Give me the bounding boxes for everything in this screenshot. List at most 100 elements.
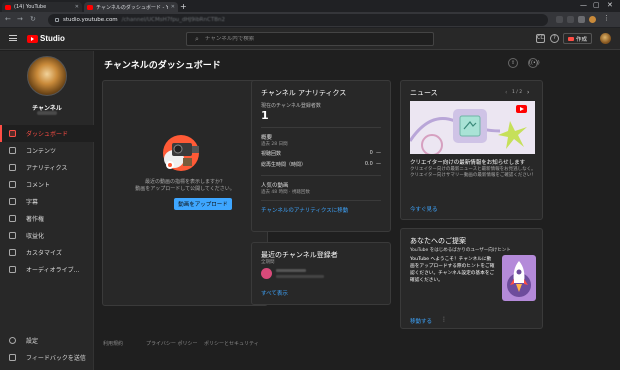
more-options-icon[interactable]: ⋮ — [441, 316, 447, 323]
page-title: チャンネルのダッシュボード — [104, 61, 221, 71]
trend-icon: — — [376, 161, 381, 167]
sidebar-item-label: 字幕 — [26, 199, 39, 206]
youtube-favicon-icon — [5, 4, 11, 10]
feedback-icon — [9, 354, 16, 361]
channel-handle — [37, 111, 57, 115]
browser-menu-icon[interactable]: ⋮ — [603, 14, 610, 22]
close-window-icon[interactable]: ✕ — [607, 1, 613, 9]
watch-time-label: 総再生時間（時間） — [261, 162, 307, 168]
settings-icon — [9, 337, 16, 344]
go-to-analytics-link[interactable]: チャンネルのアナリティクスに移動 — [261, 206, 348, 214]
recent-subscribers-card: 最近のチャンネル登録者 全期間 すべて表示 — [251, 242, 391, 305]
terms-link[interactable]: 利用規約 — [103, 340, 123, 347]
sidebar-item-audio-library[interactable]: オーディオライブ... — [0, 261, 94, 278]
live-icon[interactable]: ((•)) — [528, 58, 540, 68]
reload-icon[interactable]: ↻ — [30, 15, 36, 23]
upload-prompt-line1: 最近の動画の指標を表示しますか？ — [144, 179, 225, 185]
sidebar-item-customize[interactable]: カスタマイズ — [0, 244, 94, 261]
upload-prompt: 最近の動画の指標を表示しますか？ 動画をアップロードして公開してください。 — [103, 179, 267, 193]
news-thumbnail[interactable] — [410, 101, 535, 154]
account-avatar[interactable] — [600, 33, 611, 44]
browser-tab-title: チャンネルのダッシュボード - YouTube Studio — [96, 4, 168, 11]
captions-icon[interactable]: CC — [536, 34, 545, 43]
sidebar-item-dashboard[interactable]: ダッシュボード — [0, 125, 94, 142]
sidebar-item-monetization[interactable]: 収益化 — [0, 227, 94, 244]
back-icon[interactable]: ← — [5, 15, 11, 23]
upload-icon[interactable]: ⇧ — [508, 58, 518, 68]
create-button[interactable]: 作成 — [563, 33, 593, 44]
channel-analytics-card: チャンネル アナリティクス 現在のチャンネル登録者数 1 概要 過去 28 日間… — [251, 80, 391, 232]
see-all-link[interactable]: すべて表示 — [261, 289, 288, 297]
logo-text: Studio — [40, 34, 65, 43]
subscriber-avatar[interactable] — [261, 268, 272, 279]
video-camera-icon — [568, 36, 574, 41]
watch-time-row: 総再生時間（時間） 0.0 — — [261, 161, 381, 168]
recent-subscribers-period: 全期間 — [261, 260, 275, 265]
address-bar[interactable]: studio.youtube.com /channel/UCMsH7fpu_dH… — [48, 14, 548, 26]
sidebar-item-content[interactable]: コンテンツ — [0, 142, 94, 159]
upload-videos-button[interactable]: 動画をアップロード — [174, 198, 232, 210]
forward-icon[interactable]: → — [17, 15, 23, 23]
dashboard-icon — [9, 130, 16, 137]
policy-safety-link[interactable]: ポリシーとセキュリティ — [204, 340, 259, 347]
sidebar-item-label: 設定 — [26, 338, 39, 345]
sidebar-item-subtitles[interactable]: 字幕 — [0, 193, 94, 210]
analytics-card-title: チャンネル アナリティクス — [261, 89, 347, 97]
summary-label: 概要 — [261, 135, 273, 141]
news-headline: クリエイター向けの最新情報をお知らせします — [410, 160, 526, 166]
views-row: 視聴回数 0 — — [261, 150, 381, 157]
browser-tab-studio[interactable]: チャンネルのダッシュボード - YouTube Studio ✕ — [84, 2, 178, 12]
chevron-right-icon[interactable]: › — [527, 89, 529, 96]
audio-library-icon — [9, 266, 16, 273]
top-videos-label: 人気の動画 — [261, 183, 289, 189]
sidebar-item-analytics[interactable]: アナリティクス — [0, 159, 94, 176]
create-label: 作成 — [576, 36, 588, 43]
upload-prompt-line2: 動画をアップロードして公開してください。 — [135, 186, 235, 192]
chevron-left-icon[interactable]: ‹ — [505, 89, 507, 96]
puzzle-icon[interactable] — [578, 16, 585, 23]
extension-icon[interactable] — [556, 16, 563, 23]
subscribers-label: 現在のチャンネル登録者数 — [261, 103, 321, 109]
subscriber-name[interactable] — [276, 269, 306, 272]
main-content: チャンネルのダッシュボード ⇧ ((•)) 最近の動画の指標を表示しますか？ 動… — [95, 51, 620, 370]
studio-header: Studio ⌕ CC ? 作成 — [0, 28, 620, 50]
browser-tab-youtube[interactable]: (14) YouTube ✕ — [2, 2, 82, 12]
browser-toolbar: ← → ↻ studio.youtube.com /channel/UCMsH7… — [0, 12, 620, 28]
channel-avatar[interactable] — [27, 56, 67, 96]
subscriber-count — [276, 275, 324, 278]
maximize-icon[interactable]: ▢ — [593, 1, 600, 9]
upload-card: 最近の動画の指標を表示しますか？ 動画をアップロードして公開してください。 動画… — [102, 80, 268, 306]
go-link[interactable]: 移動する — [410, 317, 432, 325]
new-tab-button[interactable]: + — [180, 2, 187, 11]
youtube-favicon-icon — [87, 4, 93, 10]
divider — [261, 175, 381, 176]
studio-logo[interactable]: Studio — [27, 34, 65, 43]
ideas-subtitle: YouTube をはじめるばかりのユーザー向けヒント — [410, 248, 511, 253]
sidebar-item-copyright[interactable]: 著作権 — [0, 210, 94, 227]
summary-period: 過去 28 日間 — [261, 142, 288, 147]
sidebar-item-label: ダッシュボード — [26, 131, 69, 138]
sidebar-item-comments[interactable]: コメント — [0, 176, 94, 193]
sidebar-item-settings[interactable]: 設定 — [0, 332, 94, 349]
views-value: 0 — [369, 150, 373, 156]
sidebar: チャンネル ダッシュボード コンテンツ アナリティクス コメント 字幕 著作権 … — [0, 51, 94, 370]
youtube-play-icon — [27, 34, 38, 43]
sidebar-item-label: フィードバックを送信 — [26, 355, 86, 362]
search-input[interactable] — [204, 36, 405, 42]
watch-time-value: 0.0 — [364, 161, 373, 167]
views-label: 視聴回数 — [261, 151, 282, 157]
search-box[interactable]: ⌕ — [186, 32, 434, 46]
minimize-icon[interactable]: — — [580, 1, 587, 9]
close-tab-icon[interactable]: ✕ — [171, 4, 175, 10]
watch-now-link[interactable]: 今すぐ見る — [410, 205, 438, 213]
help-icon[interactable]: ? — [550, 34, 559, 43]
close-tab-icon[interactable]: ✕ — [75, 4, 79, 10]
subtitles-icon — [9, 198, 16, 205]
privacy-link[interactable]: プライバシー ポリシー — [146, 340, 198, 347]
profile-icon[interactable] — [589, 16, 596, 23]
customize-icon — [9, 249, 16, 256]
sidebar-item-feedback[interactable]: フィードバックを送信 — [0, 349, 94, 366]
menu-icon[interactable] — [9, 35, 17, 41]
top-videos-period: 過去 48 時間 · 視聴回数 — [261, 190, 310, 195]
extension-icon[interactable] — [567, 16, 574, 23]
